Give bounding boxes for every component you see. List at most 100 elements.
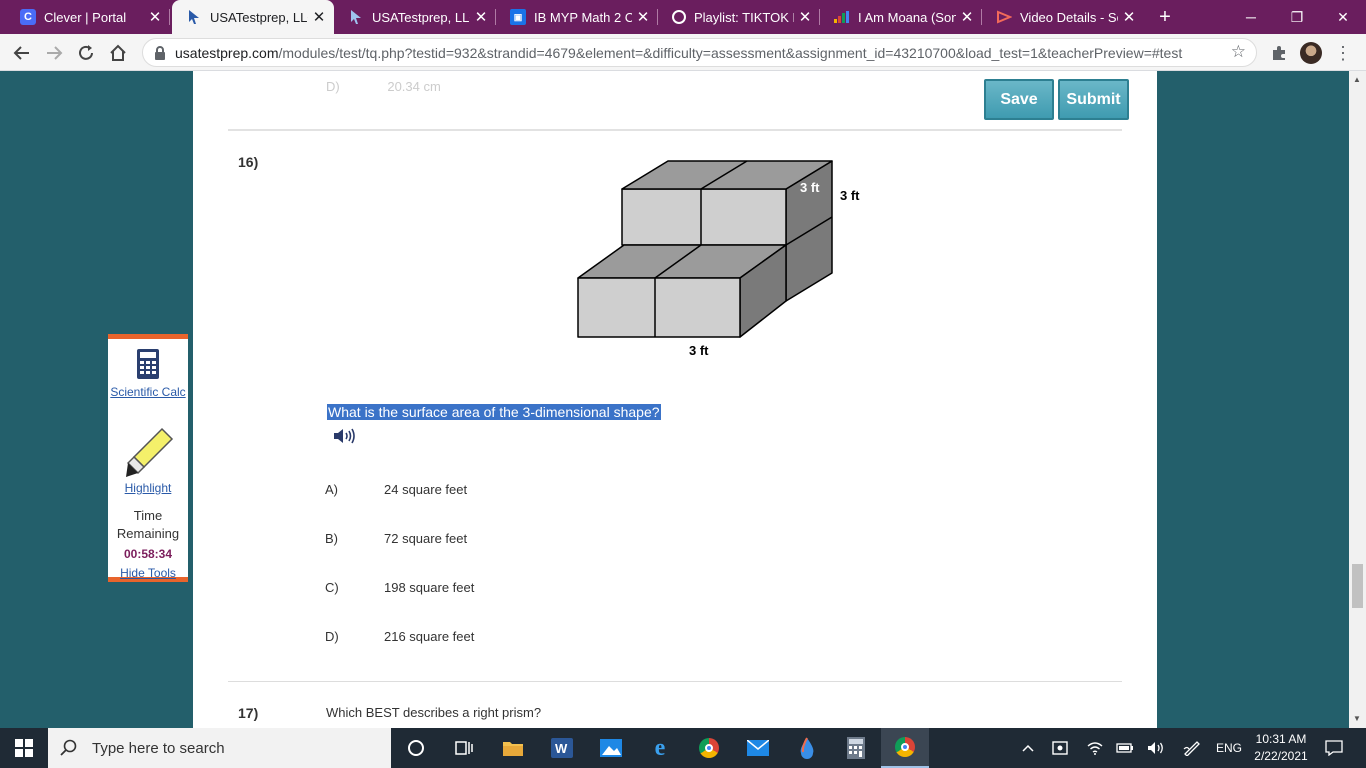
save-button[interactable]: Save xyxy=(984,79,1054,120)
menu-button[interactable]: ⋮ xyxy=(1330,40,1356,66)
restore-button[interactable]: ❐ xyxy=(1274,0,1320,34)
scrollbar-thumb[interactable] xyxy=(1352,564,1363,608)
forward-button[interactable] xyxy=(41,40,67,66)
question-figure: 3 ft 3 ft 3 ft xyxy=(577,160,860,358)
profile-avatar[interactable] xyxy=(1298,40,1324,66)
tab-title: USATestprep, LLC - xyxy=(372,9,470,25)
divider xyxy=(228,681,1122,682)
tab-title: I Am Moana (Song xyxy=(858,9,956,25)
paint-button[interactable] xyxy=(783,728,831,768)
battery-button[interactable] xyxy=(1112,728,1138,768)
chrome-button[interactable] xyxy=(685,728,733,768)
clock-time: 10:31 AM xyxy=(1255,732,1307,746)
close-tab-icon[interactable]: ✕ xyxy=(470,8,492,26)
task-view-button[interactable] xyxy=(440,728,488,768)
page-scrollbar[interactable]: ▲ ▼ xyxy=(1349,71,1366,728)
speaker-icon xyxy=(334,428,355,444)
address-bar[interactable]: usatestprep.com/modules/test/tq.php?test… xyxy=(142,38,1257,67)
answer-choice-b[interactable]: B) 72 square feet xyxy=(325,531,467,546)
choice-letter: D) xyxy=(325,629,339,644)
tab-moana[interactable]: I Am Moana (Song ✕ xyxy=(820,0,982,34)
choice-letter: A) xyxy=(325,482,338,497)
notifications-button[interactable] xyxy=(1318,728,1350,768)
action-tray-button[interactable] xyxy=(1046,728,1074,768)
cortana-icon xyxy=(408,740,424,756)
browser-toolbar: usatestprep.com/modules/test/tq.php?test… xyxy=(0,34,1366,71)
question-text: What is the surface area of the 3-dimens… xyxy=(327,404,661,420)
submit-button[interactable]: Submit xyxy=(1058,79,1129,120)
scroll-up-icon[interactable]: ▲ xyxy=(1353,75,1361,84)
reload-button[interactable] xyxy=(73,40,99,66)
tab-classroom[interactable]: ▣ IB MYP Math 2 Ca ✕ xyxy=(496,0,658,34)
choice-text: 198 square feet xyxy=(384,580,475,595)
back-button[interactable] xyxy=(9,40,35,66)
answer-choice-d[interactable]: D) 216 square feet xyxy=(325,629,474,644)
extensions-button[interactable] xyxy=(1266,40,1292,66)
close-window-button[interactable]: ✕ xyxy=(1320,0,1366,34)
svg-text:W: W xyxy=(555,741,568,756)
close-tab-icon[interactable]: ✕ xyxy=(308,8,330,26)
file-explorer-button[interactable] xyxy=(489,728,537,768)
close-tab-icon[interactable]: ✕ xyxy=(956,8,978,26)
highlighter-icon[interactable] xyxy=(122,427,174,479)
folder-icon xyxy=(503,742,523,756)
show-hidden-icons-button[interactable] xyxy=(1016,728,1040,768)
close-tab-icon[interactable]: ✕ xyxy=(794,8,816,26)
close-tab-icon[interactable]: ✕ xyxy=(1118,8,1140,26)
start-button[interactable] xyxy=(0,728,48,768)
photos-button[interactable] xyxy=(587,728,635,768)
minimize-button[interactable]: ─ xyxy=(1228,0,1274,34)
kebab-menu-icon: ⋮ xyxy=(1334,43,1352,63)
time-remaining-value: 00:58:34 xyxy=(123,547,173,561)
star-icon[interactable]: ☆ xyxy=(1231,42,1246,62)
windows-taskbar: Type here to search W e ENG 10:31 AM 2/2… xyxy=(0,728,1366,768)
new-tab-button[interactable]: + xyxy=(1153,5,1177,29)
close-tab-icon[interactable]: ✕ xyxy=(144,8,166,26)
mail-button[interactable] xyxy=(734,728,782,768)
edge-button[interactable]: e xyxy=(636,728,684,768)
reload-icon xyxy=(79,45,93,60)
tab-clever[interactable]: C Clever | Portal ✕ xyxy=(6,0,170,34)
chart-icon xyxy=(834,9,850,25)
calculator-button[interactable] xyxy=(832,728,880,768)
language-indicator[interactable]: ENG xyxy=(1212,728,1246,768)
notification-icon xyxy=(1325,740,1343,756)
highlight-link[interactable]: Highlight xyxy=(108,481,188,495)
word-button[interactable]: W xyxy=(538,728,586,768)
choice-text: 20.34 cm xyxy=(387,79,441,94)
chrome-active-button[interactable] xyxy=(881,728,929,768)
answer-choice-c[interactable]: C) 198 square feet xyxy=(325,580,474,595)
pen-button[interactable] xyxy=(1178,728,1206,768)
choice-letter: D) xyxy=(326,79,340,94)
tab-strip: C Clever | Portal ✕ USATestprep, LLC - ✕… xyxy=(0,0,1366,34)
tab-usatestprep[interactable]: USATestprep, LLC - ✕ xyxy=(334,0,496,34)
scroll-down-icon[interactable]: ▼ xyxy=(1353,714,1361,723)
tab-title: USATestprep, LLC - xyxy=(210,9,308,25)
answer-choice-a[interactable]: A) 24 square feet xyxy=(325,482,467,497)
question-number: 17) xyxy=(238,705,259,721)
tab-usatestprep-active[interactable]: USATestprep, LLC - ✕ xyxy=(172,0,334,34)
choice-text: 216 square feet xyxy=(384,629,475,644)
windows-logo-icon xyxy=(15,739,33,757)
tab-video-details[interactable]: Video Details - Scr ✕ xyxy=(982,0,1144,34)
hide-tools-link[interactable]: Hide Tools xyxy=(108,566,188,580)
read-aloud-button[interactable] xyxy=(333,427,355,450)
previous-answer-choice[interactable]: D) 20.34 cm xyxy=(326,79,441,94)
figure-label-depth: 3 ft xyxy=(800,180,820,195)
scientific-calc-link[interactable]: Scientific Calc xyxy=(108,384,188,401)
photos-icon xyxy=(600,739,622,757)
usatestprep-icon xyxy=(348,9,364,25)
home-button[interactable] xyxy=(105,40,131,66)
tools-panel: Scientific Calc Highlight Time Remaining… xyxy=(108,334,188,582)
time-remaining-label: Time Remaining xyxy=(116,508,180,541)
calculator-icon[interactable] xyxy=(137,349,159,379)
volume-button[interactable] xyxy=(1142,728,1170,768)
close-tab-icon[interactable]: ✕ xyxy=(632,8,654,26)
taskbar-clock[interactable]: 10:31 AM 2/22/2021 xyxy=(1248,731,1314,765)
word-icon: W xyxy=(551,738,573,758)
avatar-icon xyxy=(1300,42,1322,64)
network-button[interactable] xyxy=(1081,728,1109,768)
tab-playlist[interactable]: Playlist: TIKTOK DA ✕ xyxy=(658,0,820,34)
cortana-button[interactable] xyxy=(392,728,440,768)
taskbar-search[interactable]: Type here to search xyxy=(48,728,391,768)
